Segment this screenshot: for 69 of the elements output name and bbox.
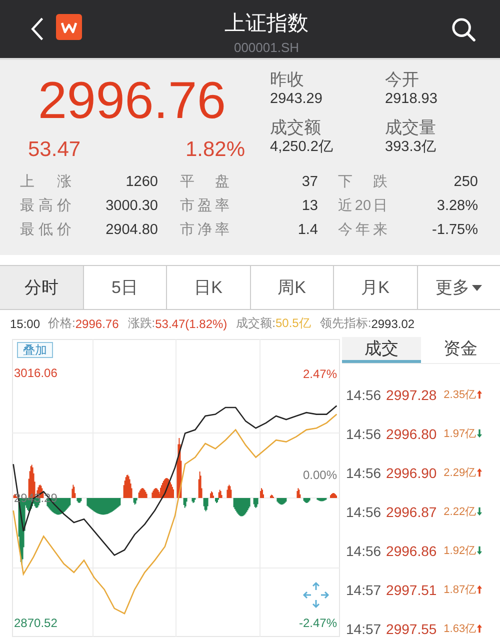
stat-label: 成交量 bbox=[385, 118, 437, 138]
info-label: 成交额: bbox=[236, 315, 276, 332]
stat-value: 2918.93 bbox=[385, 90, 438, 108]
panel-tab[interactable]: 成交 bbox=[342, 337, 421, 363]
stock-code: 000001.SH bbox=[234, 39, 300, 57]
stat-value: 37 bbox=[302, 173, 318, 192]
trade-time: 14:56 bbox=[346, 504, 382, 520]
trade-volume: 1.97亿 bbox=[444, 427, 476, 441]
axis-label: 0.00% bbox=[302, 468, 337, 482]
trade-price: 2997.55 bbox=[386, 620, 437, 636]
trade-price: 2996.80 bbox=[386, 426, 437, 442]
stat-value: 3000.30 bbox=[106, 197, 158, 216]
trade-time: 14:56 bbox=[346, 542, 382, 558]
stat-value: 4,250.2亿 bbox=[270, 138, 334, 156]
current-price: 2996.76 bbox=[38, 71, 227, 132]
info-value: 50.5亿 bbox=[276, 315, 311, 332]
change-percent: 1.82% bbox=[185, 138, 245, 162]
info-value: 2996.76 bbox=[75, 316, 119, 330]
stat-label: 下 跌 bbox=[338, 173, 388, 192]
stat-label: 成交额 bbox=[270, 118, 322, 138]
trade-time: 14:57 bbox=[346, 620, 382, 636]
axis-label: 2943.29 bbox=[14, 491, 58, 505]
trade-time: 14:56 bbox=[346, 464, 382, 480]
price-change: 53.47 bbox=[28, 138, 81, 162]
stat-value: 2943.29 bbox=[270, 90, 324, 108]
trade-volume: 1.63亿 bbox=[444, 622, 476, 636]
trade-price: 2996.90 bbox=[386, 464, 437, 480]
info-value: 53.47(1.82%) bbox=[155, 316, 228, 330]
stat-value: 1.4 bbox=[298, 221, 318, 240]
info-label: 涨跌: bbox=[128, 315, 156, 332]
stat-label: 市盈率 bbox=[180, 196, 230, 216]
axis-label: -2.47% bbox=[298, 616, 337, 630]
trade-price: 2996.86 bbox=[386, 542, 437, 558]
time-label: 15:00 bbox=[10, 316, 40, 330]
stat-label: 最高价 bbox=[20, 196, 72, 216]
trade-volume: 1.87亿 bbox=[444, 583, 476, 597]
trade-time: 14:57 bbox=[346, 582, 382, 598]
trade-volume: 2.35亿 bbox=[444, 388, 476, 402]
stat-value: 393.3亿 bbox=[385, 138, 438, 156]
stat-value: 250 bbox=[454, 173, 478, 192]
trade-time: 14:56 bbox=[346, 426, 382, 442]
info-value: 2993.02 bbox=[371, 316, 415, 330]
trade-volume: 2.22亿 bbox=[444, 505, 476, 519]
axis-label: 2870.52 bbox=[14, 616, 58, 630]
window-title: 上证指数 bbox=[224, 11, 308, 37]
trade-price: 2996.87 bbox=[386, 504, 437, 520]
trade-time: 14:56 bbox=[346, 386, 382, 402]
stat-label: 市净率 bbox=[180, 220, 230, 240]
stat-label: 近20日 bbox=[338, 197, 388, 216]
info-label: 领先指标: bbox=[320, 315, 372, 332]
trade-volume: 2.29亿 bbox=[444, 466, 476, 480]
axis-label: 3016.06 bbox=[14, 366, 58, 380]
trade-volume: 1.92亿 bbox=[444, 544, 476, 558]
stat-label: 昨收 bbox=[270, 70, 305, 90]
stat-value: 1260 bbox=[126, 173, 158, 192]
trade-price: 2997.51 bbox=[386, 582, 437, 598]
axis-label: 2.47% bbox=[302, 367, 337, 381]
chart-tab[interactable]: 分时 bbox=[0, 266, 84, 309]
stat-value: 13 bbox=[302, 197, 318, 216]
stat-value: 2904.80 bbox=[106, 221, 158, 240]
stat-value: 3.28% bbox=[436, 197, 478, 216]
stat-value: -1.75% bbox=[432, 221, 478, 240]
stat-label: 今开 bbox=[385, 70, 420, 90]
stat-label: 平 盘 bbox=[180, 173, 230, 192]
stat-label: 今年来 bbox=[338, 221, 388, 240]
trade-price: 2997.28 bbox=[386, 386, 437, 402]
stat-label: 最低价 bbox=[20, 221, 72, 240]
stat-label: 上 涨 bbox=[20, 173, 72, 192]
info-label: 价格: bbox=[48, 315, 76, 332]
